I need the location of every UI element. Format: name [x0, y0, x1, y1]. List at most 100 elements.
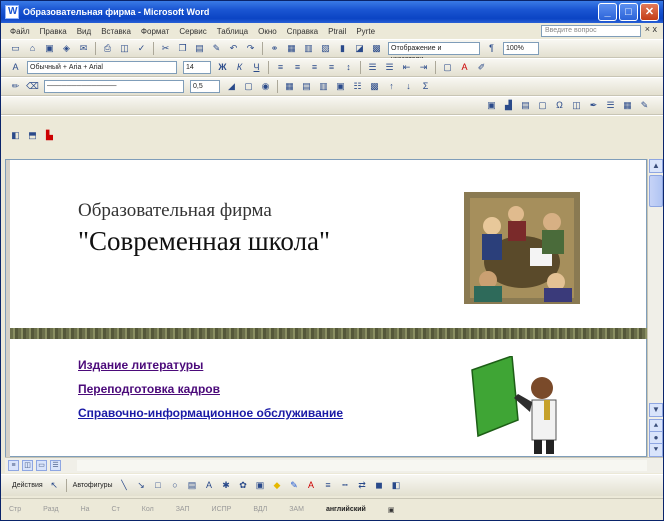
paste-icon[interactable]: ▤: [193, 42, 206, 55]
rectangle-icon[interactable]: □: [152, 479, 165, 492]
email-icon[interactable]: ✉: [77, 42, 90, 55]
link-information-service[interactable]: Справочно-информационное обслуживание: [78, 406, 343, 420]
print-preview-icon[interactable]: ◫: [118, 42, 131, 55]
menu-insert[interactable]: Вставка: [96, 27, 136, 36]
style-select[interactable]: Обычный + Aria + Arial: [27, 61, 177, 74]
picture-icon[interactable]: ▣: [485, 99, 498, 112]
zoom-select[interactable]: 100%: [503, 42, 539, 55]
format-painter-icon[interactable]: ✎: [210, 42, 223, 55]
bullets-icon[interactable]: ☰: [383, 61, 396, 74]
bold-icon[interactable]: Ж: [216, 61, 229, 74]
grid-icon[interactable]: ▦: [621, 99, 634, 112]
underline-icon[interactable]: Ч: [250, 61, 263, 74]
borders-icon[interactable]: ▢: [441, 61, 454, 74]
sort-asc-icon[interactable]: ↑: [385, 80, 398, 93]
textbox-draw-icon[interactable]: ▤: [186, 479, 199, 492]
frame-left-icon[interactable]: ◧: [9, 129, 22, 142]
document-page[interactable]: Образовательная фирма "Современная школа…: [5, 159, 648, 458]
help-search-input[interactable]: Введите вопрос: [541, 25, 641, 37]
split-cells-icon[interactable]: ▥: [317, 80, 330, 93]
border-color-icon[interactable]: ◢: [225, 80, 238, 93]
merge-cells-icon[interactable]: ▤: [300, 80, 313, 93]
save-icon[interactable]: ▣: [43, 42, 56, 55]
open-folder-icon[interactable]: ⌂: [26, 42, 39, 55]
arrow-style-icon[interactable]: ⇄: [356, 479, 369, 492]
redo-icon[interactable]: ↷: [244, 42, 257, 55]
shadow-icon[interactable]: ◼: [373, 479, 386, 492]
document-close-icon[interactable]: × x: [645, 24, 657, 34]
frame-icon[interactable]: ▢: [536, 99, 549, 112]
select-objects-icon[interactable]: ↖: [48, 479, 61, 492]
link-publishing[interactable]: Издание литературы: [78, 358, 203, 372]
columns-icon[interactable]: ▮: [336, 42, 349, 55]
vertical-scrollbar[interactable]: ▲ ▼ ⯅ ● ⯆: [647, 159, 663, 457]
hyperlink-icon[interactable]: ⚭: [268, 42, 281, 55]
wrap-icon[interactable]: ◫: [570, 99, 583, 112]
menu-window[interactable]: Окно: [253, 27, 282, 36]
line-style-icon[interactable]: ≡: [322, 479, 335, 492]
draw-table-icon[interactable]: ✏: [9, 80, 22, 93]
draw-actions-menu[interactable]: Действия: [12, 482, 43, 489]
menu-file[interactable]: Файл: [5, 27, 35, 36]
next-page-icon[interactable]: ⯆: [649, 443, 663, 457]
web-layout-icon[interactable]: ◫: [22, 460, 33, 471]
maximize-button[interactable]: □: [619, 3, 638, 21]
autoshapes-menu[interactable]: Автофигуры: [73, 482, 113, 489]
autosum-icon[interactable]: Σ: [419, 80, 432, 93]
menu-help[interactable]: Справка: [282, 27, 323, 36]
clipart-icon[interactable]: ✿: [237, 479, 250, 492]
wordart-icon[interactable]: A: [203, 479, 216, 492]
autoformat-icon[interactable]: ▩: [368, 80, 381, 93]
menu-extra-1[interactable]: Ptrail: [323, 27, 351, 36]
horizontal-scroll-thumb[interactable]: [77, 460, 647, 471]
print-layout-icon[interactable]: ▭: [36, 460, 47, 471]
document-map-icon[interactable]: ▩: [370, 42, 383, 55]
show-hide-icon[interactable]: ¶: [485, 42, 498, 55]
insert-excel-icon[interactable]: ▧: [319, 42, 332, 55]
outside-border-icon[interactable]: ▢: [242, 80, 255, 93]
sort-desc-icon[interactable]: ↓: [402, 80, 415, 93]
symbol-icon[interactable]: Ω: [553, 99, 566, 112]
justify-icon[interactable]: ≡: [325, 61, 338, 74]
align-center-icon[interactable]: ≡: [291, 61, 304, 74]
oval-icon[interactable]: ○: [169, 479, 182, 492]
increase-indent-icon[interactable]: ⇥: [417, 61, 430, 74]
normal-view-icon[interactable]: ≡: [8, 460, 19, 471]
word-app-icon[interactable]: [5, 5, 19, 19]
font-size-select[interactable]: 14: [183, 61, 211, 74]
italic-icon[interactable]: К: [233, 61, 246, 74]
permission-icon[interactable]: ◈: [60, 42, 73, 55]
line-color-icon[interactable]: ✎: [288, 479, 301, 492]
minimize-button[interactable]: _: [598, 3, 617, 21]
frame-properties-icon[interactable]: ▙: [43, 129, 56, 142]
copy-icon[interactable]: ❐: [176, 42, 189, 55]
menu-view[interactable]: Вид: [72, 27, 96, 36]
chart-icon[interactable]: ▟: [502, 99, 515, 112]
scroll-down-icon[interactable]: ▼: [649, 403, 663, 417]
align-right-icon[interactable]: ≡: [308, 61, 321, 74]
numbering-icon[interactable]: ☰: [366, 61, 379, 74]
undo-icon[interactable]: ↶: [227, 42, 240, 55]
arrow-icon[interactable]: ↘: [135, 479, 148, 492]
draw-font-color-icon[interactable]: A: [305, 479, 318, 492]
tables-borders-icon[interactable]: ▦: [285, 42, 298, 55]
line-weight-select[interactable]: 0,5: [190, 80, 220, 93]
eraser-icon[interactable]: ⌫: [26, 80, 39, 93]
menu-table[interactable]: Таблица: [212, 27, 253, 36]
scroll-thumb[interactable]: [649, 175, 663, 207]
line-icon[interactable]: ╲: [118, 479, 131, 492]
textbox-icon[interactable]: ▤: [519, 99, 532, 112]
insert-table-2-icon[interactable]: ▦: [283, 80, 296, 93]
menu-extra-2[interactable]: Pyrte: [351, 27, 380, 36]
horizontal-scrollbar[interactable]: ≡ ◫ ▭ ☰: [5, 457, 663, 473]
spelling-icon[interactable]: ✓: [135, 42, 148, 55]
3d-icon[interactable]: ◧: [390, 479, 403, 492]
menu-tools[interactable]: Сервис: [174, 27, 211, 36]
menu-format[interactable]: Формат: [136, 27, 174, 36]
diagram-icon[interactable]: ✱: [220, 479, 233, 492]
highlight-icon[interactable]: ✐: [475, 61, 488, 74]
font-color-icon[interactable]: A: [458, 61, 471, 74]
spelling-status-icon[interactable]: ▣: [388, 506, 395, 514]
dash-style-icon[interactable]: ┅: [339, 479, 352, 492]
styles-icon[interactable]: A: [9, 61, 22, 74]
